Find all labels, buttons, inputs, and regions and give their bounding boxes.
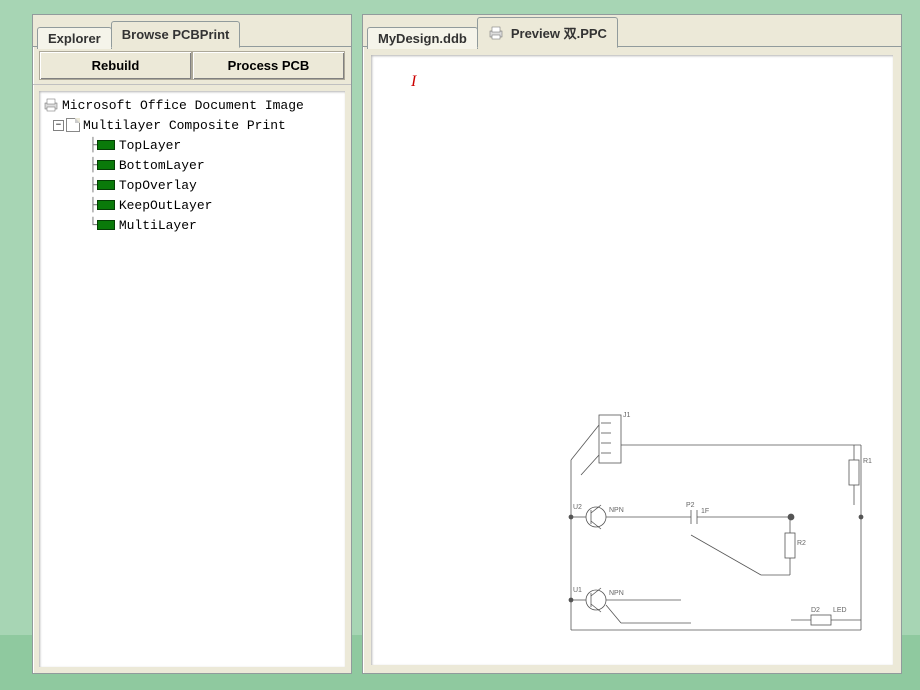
label-cap: 1F bbox=[701, 508, 709, 515]
tree-line: ├ bbox=[89, 138, 97, 153]
right-panel: MyDesign.ddb Preview 双.PPC I bbox=[362, 14, 902, 674]
tree-layer-label: TopLayer bbox=[119, 138, 181, 153]
tree-layer-topoverlay[interactable]: ├ TopOverlay bbox=[41, 175, 343, 195]
rebuild-button-label: Rebuild bbox=[92, 58, 140, 73]
rebuild-button[interactable]: Rebuild bbox=[39, 51, 192, 80]
tree-layer-label: MultiLayer bbox=[119, 218, 197, 233]
tree-view[interactable]: Microsoft Office Document Image − Multil… bbox=[37, 89, 347, 669]
tree-layer-bottomlayer[interactable]: ├ BottomLayer bbox=[41, 155, 343, 175]
layer-icon bbox=[97, 140, 115, 150]
label-npn1: NPN bbox=[609, 507, 624, 514]
label-p2: P2 bbox=[686, 502, 695, 509]
tab-browse-pcbprint[interactable]: Browse PCBPrint bbox=[111, 21, 241, 48]
tab-explorer-label: Explorer bbox=[48, 31, 101, 46]
document-icon bbox=[66, 118, 80, 132]
label-d2: D2 bbox=[811, 607, 820, 614]
tree-layer-label: KeepOutLayer bbox=[119, 198, 213, 213]
process-pcb-button-label: Process PCB bbox=[228, 58, 310, 73]
tab-browse-pcbprint-label: Browse PCBPrint bbox=[122, 27, 230, 42]
button-row: Rebuild Process PCB bbox=[33, 47, 351, 85]
tree-layer-label: BottomLayer bbox=[119, 158, 205, 173]
text-cursor: I bbox=[411, 73, 416, 91]
tree-line: ├ bbox=[89, 158, 97, 173]
layer-icon bbox=[97, 180, 115, 190]
printer-icon bbox=[488, 26, 504, 40]
label-j1: J1 bbox=[623, 412, 631, 419]
tree-collapse-icon[interactable]: − bbox=[53, 120, 64, 131]
label-u2: U2 bbox=[573, 504, 582, 511]
tree-line: ├ bbox=[89, 178, 97, 193]
right-tab-row: MyDesign.ddb Preview 双.PPC bbox=[363, 15, 901, 47]
tree-layer-keepoutlayer[interactable]: ├ KeepOutLayer bbox=[41, 195, 343, 215]
tree-layer-label: TopOverlay bbox=[119, 178, 197, 193]
left-panel: Explorer Browse PCBPrint Rebuild Process… bbox=[32, 14, 352, 674]
label-u1: U1 bbox=[573, 587, 582, 594]
layer-icon bbox=[97, 220, 115, 230]
tree-composite-label: Multilayer Composite Print bbox=[83, 118, 286, 133]
tree-root-label: Microsoft Office Document Image bbox=[62, 98, 304, 113]
tree-line: └ bbox=[89, 218, 97, 233]
process-pcb-button[interactable]: Process PCB bbox=[192, 51, 345, 80]
preview-canvas[interactable]: I bbox=[369, 53, 895, 667]
label-led: LED bbox=[833, 607, 847, 614]
circuit-diagram: J1 R1 U2 NPN P2 1F R2 U1 NPN D2 LED bbox=[561, 405, 881, 655]
tab-mydesign-label: MyDesign.ddb bbox=[378, 31, 467, 46]
tree-composite[interactable]: − Multilayer Composite Print bbox=[41, 115, 343, 135]
layer-icon bbox=[97, 200, 115, 210]
tree-line: ├ bbox=[89, 198, 97, 213]
label-r1: R1 bbox=[863, 458, 872, 465]
printer-icon bbox=[43, 98, 59, 112]
left-tab-row: Explorer Browse PCBPrint bbox=[33, 15, 351, 47]
tab-preview[interactable]: Preview 双.PPC bbox=[477, 17, 618, 48]
label-npn2: NPN bbox=[609, 590, 624, 597]
tree-root[interactable]: Microsoft Office Document Image bbox=[41, 95, 343, 115]
tree-layer-toplayer[interactable]: ├ TopLayer bbox=[41, 135, 343, 155]
tab-explorer[interactable]: Explorer bbox=[37, 27, 112, 49]
tab-mydesign[interactable]: MyDesign.ddb bbox=[367, 27, 478, 49]
tab-preview-label: Preview 双.PPC bbox=[511, 23, 607, 42]
label-r2: R2 bbox=[797, 540, 806, 547]
tree-layer-multilayer[interactable]: └ MultiLayer bbox=[41, 215, 343, 235]
layer-icon bbox=[97, 160, 115, 170]
